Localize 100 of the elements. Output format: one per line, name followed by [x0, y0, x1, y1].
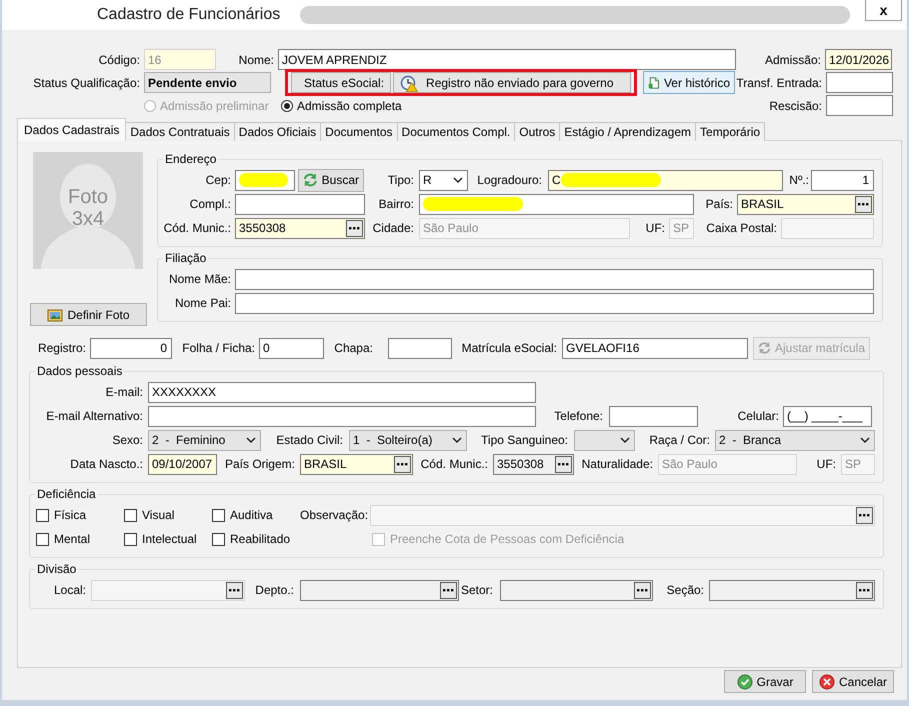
field-label: Telefone: — [553, 409, 603, 423]
status-field: Pendente envio — [144, 72, 271, 93]
text-field[interactable] — [235, 268, 874, 290]
tab[interactable]: Outros — [514, 122, 560, 141]
text-field[interactable]: 0 — [259, 338, 324, 358]
lookup-field[interactable] — [709, 580, 875, 600]
tab[interactable]: Documentos — [320, 122, 398, 141]
lookup-field[interactable]: BRASIL — [737, 194, 874, 214]
text-field[interactable]: 0 — [90, 338, 172, 358]
lookup-field[interactable]: 3550308 — [493, 454, 574, 474]
text-field[interactable]: (__) ____-___ — [783, 406, 872, 426]
ellipsis-icon — [858, 202, 869, 206]
ellipsis-button[interactable] — [440, 582, 457, 598]
text-field[interactable] — [419, 194, 694, 214]
field-label: UF: — [816, 457, 836, 471]
text-field[interactable]: JOVEM APRENDIZ — [278, 49, 736, 70]
lookup-field[interactable] — [300, 580, 459, 600]
window-title: Cadastro de Funcionários — [97, 6, 280, 24]
field-label: Cidade: — [372, 221, 414, 235]
text-field[interactable]: C — [548, 170, 783, 190]
lookup-field[interactable] — [500, 580, 653, 600]
search-button[interactable]: Buscar — [298, 168, 364, 192]
tab[interactable]: Dados Contratuais — [125, 122, 235, 141]
text-field[interactable] — [826, 72, 893, 93]
checkbox[interactable]: Visual — [124, 503, 212, 527]
field-label: Admissão: — [764, 52, 821, 66]
field-label: Nº.: — [788, 173, 809, 187]
chevron-icon — [453, 177, 463, 183]
lookup-field[interactable]: BRASIL — [300, 454, 413, 474]
ellipsis-icon — [859, 588, 870, 592]
checkbox[interactable]: Reabilitado — [212, 527, 300, 551]
text-field[interactable] — [148, 406, 536, 426]
cancel-button[interactable]: Cancelar — [812, 670, 894, 693]
text-field[interactable]: XXXXXXXX — [148, 382, 536, 402]
text-field[interactable] — [609, 406, 698, 426]
field-label: Naturalidade: — [580, 457, 653, 471]
field-label: Celular: — [736, 409, 779, 423]
text-field[interactable] — [235, 194, 365, 214]
photo-caption: Foto 3x4 — [66, 186, 110, 230]
tab[interactable]: Dados Cadastrais — [17, 118, 126, 141]
group-title: Filiação — [164, 251, 208, 265]
field-label: Cep: — [204, 173, 231, 187]
dropdown[interactable]: 2 - Branca — [715, 430, 875, 450]
field-label: Cód. Munic.: — [420, 457, 488, 471]
ellipsis-icon — [397, 462, 408, 466]
text-field[interactable] — [388, 338, 452, 358]
refresh-icon — [303, 172, 318, 188]
text-field[interactable]: 12/01/2026 — [825, 49, 892, 70]
ellipsis-button[interactable] — [346, 220, 363, 236]
field-label: Bairro: — [378, 197, 414, 211]
ellipsis-button[interactable] — [394, 456, 411, 472]
ellipsis-button[interactable] — [634, 582, 651, 598]
ellipsis-icon — [443, 588, 454, 592]
text-field[interactable]: GVELAOFI16 — [562, 338, 748, 358]
field-label: Nome: — [238, 52, 274, 66]
field-label: Status eSocial: — [291, 72, 392, 93]
field-label: Registro: — [36, 341, 86, 355]
ellipsis-button[interactable] — [856, 582, 873, 598]
group-title: Dados pessoais — [36, 364, 124, 378]
checkbox[interactable]: Intelectual — [124, 527, 212, 551]
checkbox[interactable]: Auditiva — [212, 503, 300, 527]
field-label: Sexo: — [111, 433, 143, 447]
field-label: Transf. Entrada: — [735, 76, 822, 90]
chevron-icon — [860, 437, 870, 443]
field-label: País: — [704, 197, 733, 211]
field-label: E-mail Alternativo: — [45, 409, 143, 423]
tab[interactable]: Temporário — [695, 122, 766, 141]
ellipsis-button[interactable] — [855, 196, 872, 212]
text-field[interactable] — [826, 95, 893, 116]
field-label: Compl.: — [188, 197, 231, 211]
redaction-mark — [239, 173, 288, 187]
checkbox[interactable]: Mental — [36, 527, 124, 551]
dropdown[interactable]: R — [419, 170, 468, 190]
close-button[interactable]: x — [865, 0, 902, 21]
text-field[interactable]: 09/10/2007 — [148, 454, 217, 474]
radio-button[interactable]: Admissão completa — [281, 98, 411, 112]
tab[interactable]: Dados Oficiais — [234, 122, 322, 141]
text-field[interactable]: 1 — [811, 170, 874, 190]
save-button[interactable]: Gravar — [724, 670, 806, 693]
text-field[interactable] — [235, 292, 874, 314]
tab[interactable]: Estágio / Aprendizagem — [559, 122, 696, 141]
field-label: Raça / Cor: — [648, 433, 710, 447]
check-icon — [736, 674, 753, 690]
field-label: Tipo Sanguineo: — [480, 433, 568, 447]
group-title: Divisão — [36, 562, 78, 576]
dropdown[interactable]: 2 - Feminino — [148, 430, 261, 450]
history-button[interactable]: Ver histórico — [643, 71, 735, 94]
field-label: Status Qualificação: — [32, 76, 140, 90]
lookup-field[interactable]: 3550308 — [235, 218, 365, 238]
field-label: Estado Civil: — [275, 433, 343, 447]
text-field[interactable] — [235, 170, 295, 190]
ellipsis-button[interactable] — [555, 456, 572, 472]
checkbox[interactable]: Física — [36, 503, 124, 527]
ellipsis-icon — [637, 588, 648, 592]
tab[interactable]: Documentos Compl. — [396, 122, 516, 141]
set-photo-button[interactable]: Definir Foto — [30, 303, 147, 326]
field-label: Matrícula eSocial: — [460, 341, 557, 355]
field-label: País Origem: — [224, 457, 295, 471]
field-label: Nome Mãe: — [168, 272, 231, 286]
dropdown[interactable]: 1 - Solteiro(a) — [349, 430, 467, 450]
